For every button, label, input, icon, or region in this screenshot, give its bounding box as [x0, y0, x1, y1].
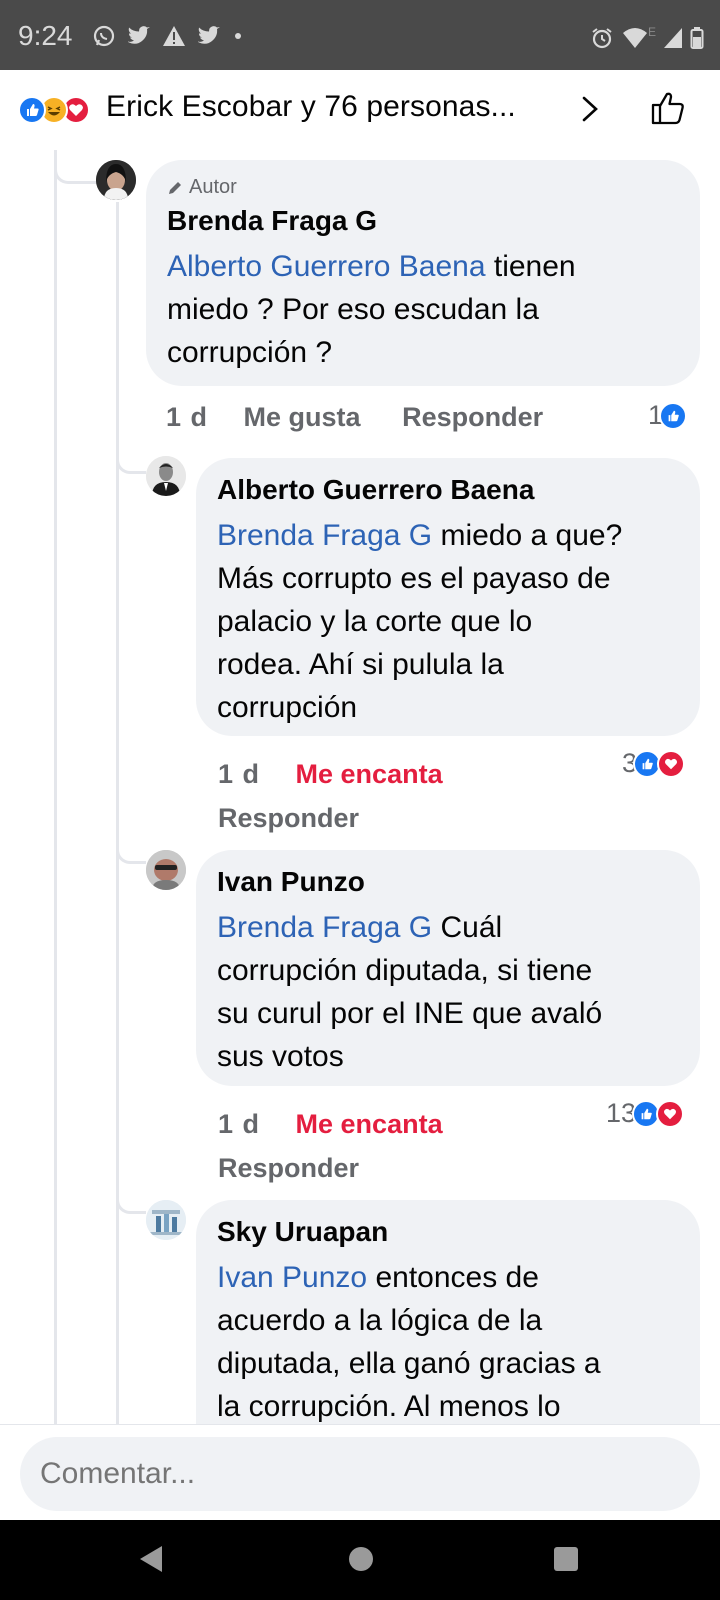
status-bar: 9:24 E [0, 0, 720, 70]
comment-text-line: miedo ? Por eso escudan la [167, 293, 539, 326]
like-reaction-icon [659, 401, 688, 430]
home-icon[interactable] [348, 1544, 374, 1574]
thread-connector [116, 1180, 146, 1214]
comment-composer [0, 1424, 720, 1520]
signal-icon [664, 28, 682, 48]
comment-bubble[interactable]: Autor Brenda Fraga G Alberto Guerrero Ba… [146, 160, 700, 386]
comment-text-line: diputada, ella ganó gracias a [217, 1347, 601, 1380]
comment-text-line: tienen [493, 250, 576, 283]
back-icon[interactable] [138, 1544, 164, 1574]
comment-actions: 1 d Me gusta Responder [166, 402, 543, 433]
recents-icon[interactable] [553, 1544, 579, 1574]
reaction-icons [18, 96, 90, 124]
avatar[interactable] [146, 456, 186, 496]
whatsapp-icon [93, 25, 115, 47]
alert-icon [163, 26, 185, 46]
network-type: E [647, 25, 656, 39]
comment-text-line: corrupción [217, 691, 358, 724]
comment-text-line: la corrupción. Al menos lo [217, 1390, 561, 1423]
dot-icon [235, 33, 241, 39]
comment-text-line: Más corrupto es el payaso de [217, 562, 611, 595]
reaction-count[interactable]: 1 [648, 400, 688, 431]
comment-input[interactable] [20, 1437, 700, 1511]
avatar[interactable] [96, 160, 136, 200]
comment-text: Brenda Fraga G Cuál corrupción diputada,… [217, 906, 680, 1078]
system-icons: E [590, 25, 704, 50]
reaction-count[interactable]: 3 [622, 748, 686, 779]
comment-author[interactable]: Alberto Guerrero Baena [217, 474, 680, 506]
twitter-icon [198, 26, 220, 44]
comment-bubble[interactable]: Ivan Punzo Brenda Fraga G Cuál corrupció… [196, 850, 700, 1086]
comment-time[interactable]: 1 d [166, 402, 208, 433]
reply-button[interactable]: Responder [218, 1146, 359, 1190]
comment-text-line: sus votos [217, 1040, 344, 1073]
mention-link[interactable]: Brenda Fraga G [217, 519, 432, 552]
twitter-icon [128, 26, 150, 44]
comment-text: Ivan Punzo entonces de acuerdo a la lógi… [217, 1256, 680, 1428]
comment-author[interactable]: Sky Uruapan [217, 1216, 680, 1248]
like-button[interactable]: Me gusta [244, 402, 361, 433]
chevron-right-icon[interactable] [578, 94, 602, 124]
thread-line-replies [116, 202, 119, 1424]
thread-connector [116, 830, 146, 864]
pencil-icon [169, 181, 181, 194]
love-button[interactable]: Me encanta [296, 752, 443, 796]
comment-author[interactable]: Brenda Fraga G [167, 205, 680, 237]
mention-link[interactable]: Brenda Fraga G [217, 911, 432, 944]
author-badge: Autor [167, 176, 680, 199]
comment-text-line: su curul por el INE que avaló [217, 997, 603, 1030]
comment-actions: 1 d Me encanta Responder [218, 1102, 443, 1190]
author-badge-label: Autor [189, 176, 237, 198]
comment-text-line: Cuál [440, 911, 503, 944]
comment-text: Alberto Guerrero Baena tienen miedo ? Po… [167, 245, 680, 374]
avatar[interactable] [146, 1200, 186, 1240]
comment-bubble[interactable]: Alberto Guerrero Baena Brenda Fraga G mi… [196, 458, 700, 736]
reactions-header[interactable]: Erick Escobar y 76 personas... [0, 70, 720, 148]
alarm-icon [592, 28, 612, 49]
thread-line-main [54, 150, 57, 1424]
love-reaction-icon [656, 1099, 685, 1128]
comment-text-line: corrupción ? [167, 336, 333, 369]
thread-connector [116, 440, 146, 474]
comment-text: Brenda Fraga G miedo a que? Más corrupto… [217, 514, 680, 729]
wifi-icon [622, 28, 647, 48]
love-button[interactable]: Me encanta [296, 1102, 443, 1146]
comment-bubble[interactable]: Sky Uruapan Ivan Punzo entonces de acuer… [196, 1200, 700, 1460]
comment-text-line: corrupción diputada, si tiene [217, 954, 593, 987]
comment-time[interactable]: 1 d [218, 752, 260, 796]
comment-actions: 1 d Me encanta Responder [218, 752, 443, 840]
mention-link[interactable]: Ivan Punzo [217, 1261, 367, 1294]
reaction-count[interactable]: 13 [606, 1098, 685, 1129]
comment-time[interactable]: 1 d [218, 1102, 260, 1146]
like-reaction-icon [18, 96, 46, 124]
battery-icon [690, 27, 704, 49]
reply-button[interactable]: Responder [402, 402, 543, 433]
comment-text-line: entonces de [375, 1261, 539, 1294]
system-nav-bar [0, 1520, 720, 1600]
status-time: 9:24 [18, 20, 73, 51]
mention-link[interactable]: Alberto Guerrero Baena [167, 250, 486, 283]
comment-text-line: acuerdo a la lógica de la [217, 1304, 543, 1337]
comment-text-line: rodea. Ahí si pulula la [217, 648, 504, 681]
notification-icons [92, 24, 244, 48]
comment-text-line: miedo a que? [440, 519, 623, 552]
comment-author[interactable]: Ivan Punzo [217, 866, 680, 898]
avatar[interactable] [146, 850, 186, 890]
thread-connector [54, 150, 96, 184]
reactions-summary[interactable]: Erick Escobar y 76 personas... [106, 90, 516, 124]
thumbs-up-outline-icon[interactable] [650, 90, 686, 126]
reply-button[interactable]: Responder [218, 796, 359, 840]
love-reaction-icon [657, 749, 686, 778]
comment-text-line: palacio y la corte que lo [217, 605, 533, 638]
